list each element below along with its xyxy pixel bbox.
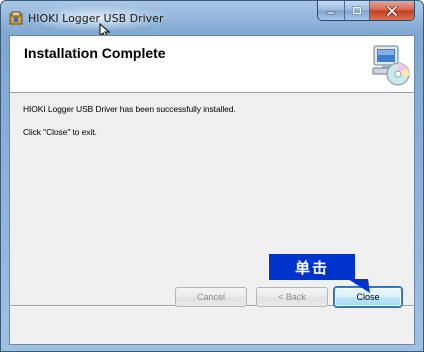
maximize-icon [352,6,362,15]
minimize-button[interactable] [318,1,345,20]
success-message: HIOKI Logger USB Driver has been success… [23,104,236,114]
click-annotation: 单击 [269,254,355,280]
window-title: HIOKI Logger USB Driver [28,12,164,25]
exit-instruction: Click "Close" to exit. [23,127,97,137]
computer-disc-icon [372,45,410,86]
installer-window: HIOKI Logger USB Driver Installation Com… [0,0,424,352]
page-title: Installation Complete [24,45,166,61]
window-controls [317,1,415,21]
title-bar[interactable]: HIOKI Logger USB Driver [1,1,423,39]
wizard-header: Installation Complete [10,36,414,93]
close-window-button[interactable] [370,1,414,20]
back-button[interactable]: < Back [256,287,328,307]
cancel-button[interactable]: Cancel [175,287,247,307]
annotation-pointer [348,279,370,293]
maximize-button[interactable] [345,1,370,20]
close-icon [386,5,398,16]
minimize-icon [326,11,336,14]
installer-app-icon [9,11,23,25]
